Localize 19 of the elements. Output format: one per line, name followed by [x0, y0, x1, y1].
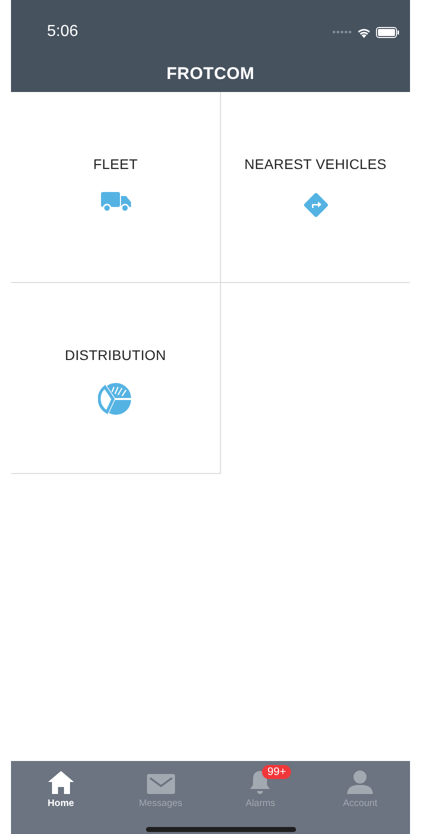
pie-chart-icon: [98, 383, 134, 417]
tile-label: NEAREST VEHICLES: [244, 156, 387, 172]
tab-item[interactable]: Home: [11, 761, 111, 834]
menu-tile[interactable]: FLEET: [11, 92, 221, 283]
tile-label: FLEET: [93, 156, 138, 172]
menu-tile[interactable]: DISTRIBUTION: [11, 283, 221, 474]
menu-tile[interactable]: NEAREST VEHICLES: [221, 92, 410, 283]
status-time: 5:06: [47, 23, 78, 41]
tab-item[interactable]: 99+ Alarms: [210, 761, 310, 834]
app-logo: FROTCOM: [166, 64, 255, 84]
signal-icon: [332, 30, 352, 34]
battery-icon: [376, 26, 400, 38]
count-badge: 99+: [262, 765, 292, 779]
mail-icon: [146, 774, 175, 794]
wifi-icon: [357, 26, 371, 38]
tile-label: DISTRIBUTION: [64, 347, 166, 363]
home-icon: [48, 770, 74, 794]
truck-icon: [100, 192, 130, 212]
person-icon: [347, 770, 374, 794]
